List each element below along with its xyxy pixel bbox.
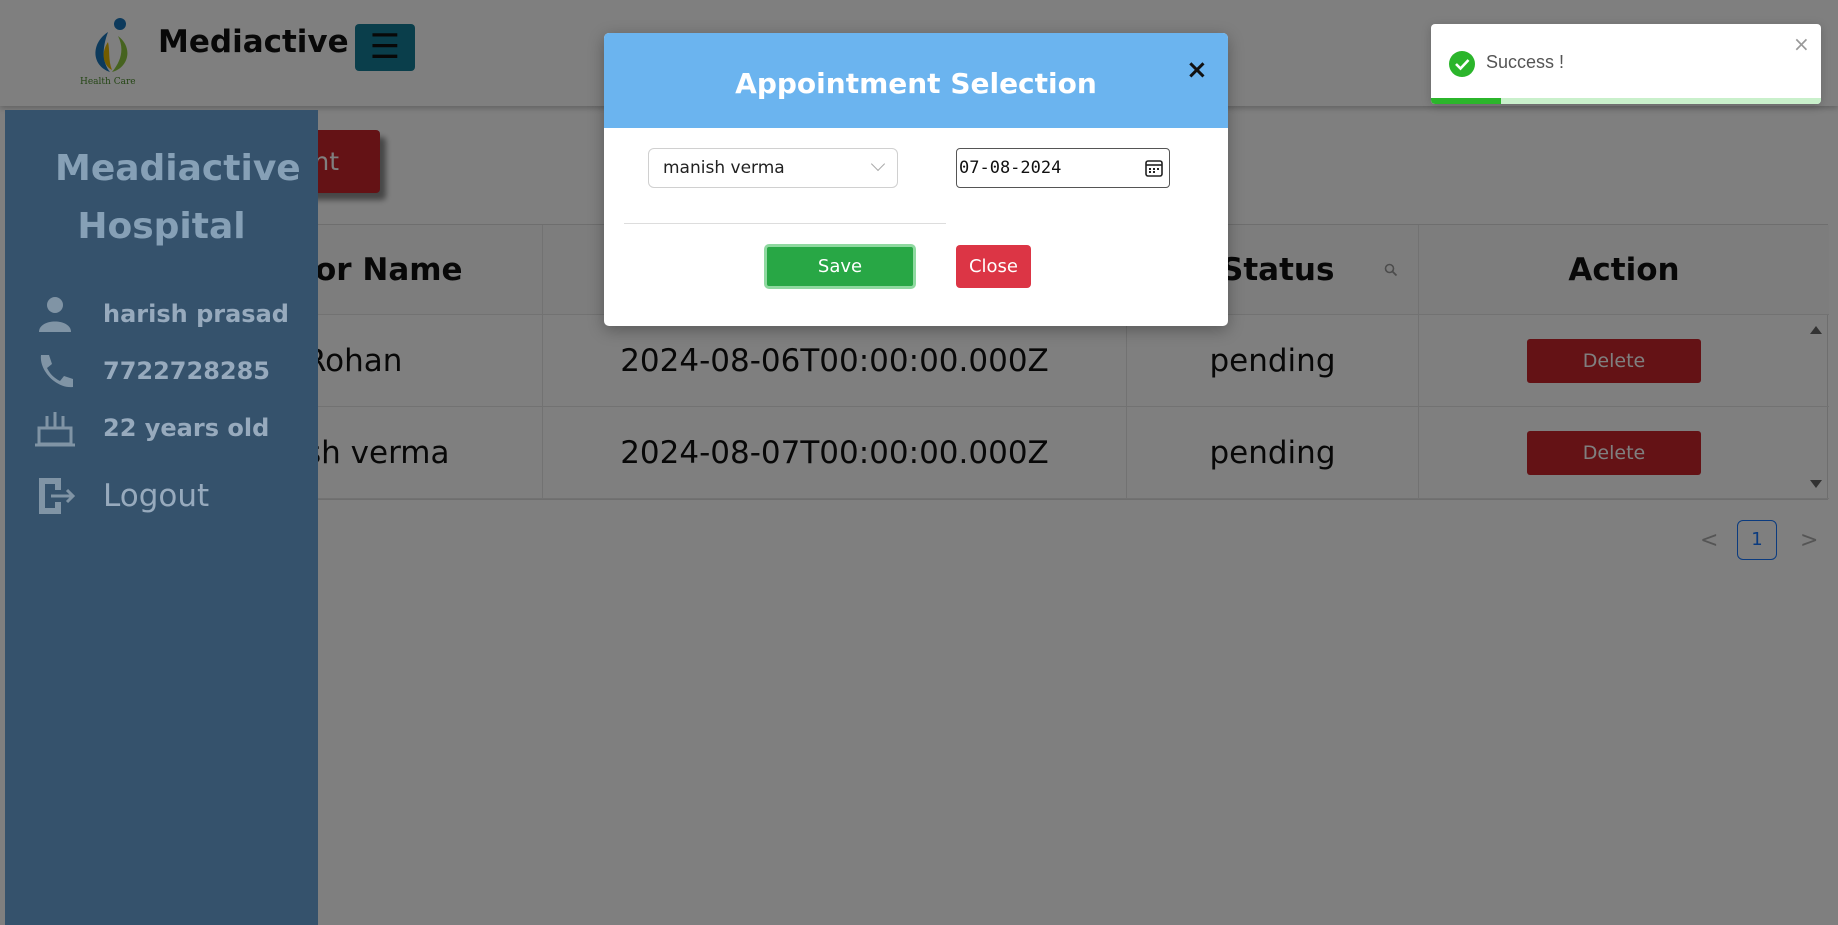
modal-divider bbox=[624, 223, 946, 224]
hospital-name: Meadiactive Hospital bbox=[55, 148, 301, 247]
calendar-icon[interactable] bbox=[1144, 158, 1164, 178]
modal-header: Appointment Selection × bbox=[604, 33, 1228, 128]
chevron-down-icon bbox=[870, 156, 886, 172]
cake-icon bbox=[35, 412, 75, 447]
user-icon bbox=[39, 297, 71, 332]
sidebar-phone-row: 7722728285 bbox=[33, 351, 270, 391]
user-phone: 7722728285 bbox=[103, 357, 270, 385]
close-button[interactable]: Close bbox=[956, 245, 1031, 288]
user-name: harish prasad bbox=[103, 300, 289, 328]
sidebar: Meadiactive Hospital harish prasad 77227… bbox=[5, 110, 318, 925]
check-circle-icon bbox=[1449, 51, 1475, 77]
user-age: 22 years old bbox=[103, 414, 270, 442]
phone-icon bbox=[40, 355, 73, 388]
logout-icon bbox=[39, 478, 76, 514]
success-toast: Success ! × bbox=[1431, 24, 1821, 104]
save-appointment-button[interactable]: Save Appointment bbox=[764, 244, 916, 316]
doctor-select[interactable]: manish verma bbox=[648, 148, 898, 188]
toast-progress-bar bbox=[1431, 98, 1502, 104]
logout-link[interactable]: Logout bbox=[33, 476, 209, 516]
logout-label: Logout bbox=[103, 478, 210, 514]
close-icon[interactable]: × bbox=[1186, 55, 1208, 85]
sidebar-age-row: 22 years old bbox=[33, 408, 269, 448]
appointment-modal: Appointment Selection × manish verma 07-… bbox=[604, 33, 1228, 326]
date-input[interactable]: 07-08-2024 bbox=[956, 148, 1170, 188]
modal-title: Appointment Selection bbox=[735, 67, 1097, 100]
doctor-select-value: manish verma bbox=[663, 158, 785, 178]
toast-message: Success ! bbox=[1486, 52, 1565, 72]
date-input-value: 07-08-2024 bbox=[959, 158, 1062, 178]
sidebar-user-row: harish prasad bbox=[33, 294, 289, 334]
toast-close-icon[interactable]: × bbox=[1793, 32, 1810, 56]
